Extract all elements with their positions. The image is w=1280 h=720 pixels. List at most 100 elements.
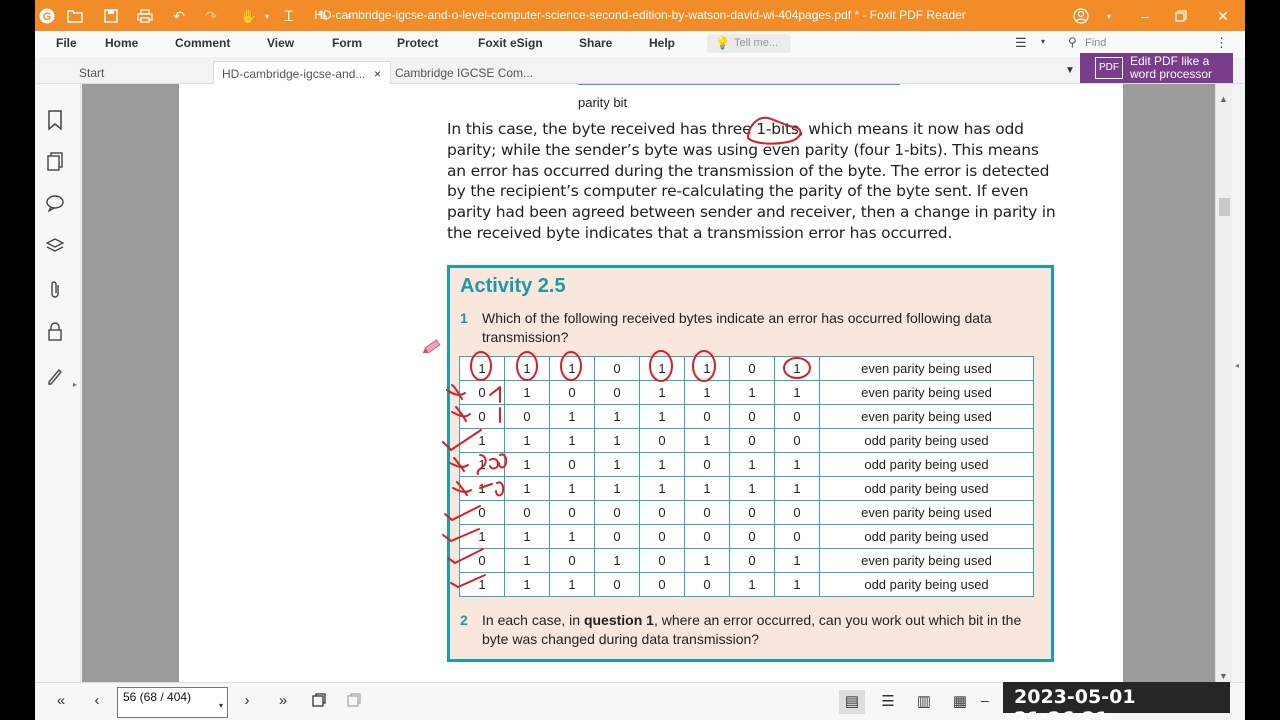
bit-cell: 1 xyxy=(549,524,595,549)
menu-bar: File Home Comment View Form Protect Foxi… xyxy=(35,31,1245,57)
parity-label-cell: even parity being used xyxy=(819,356,1034,381)
bit-cell: 1 xyxy=(459,356,505,381)
bit-cell: 0 xyxy=(639,572,685,597)
tab-active-document[interactable]: HD-cambridge-igcse-and... × xyxy=(213,61,391,84)
first-page-button[interactable]: « xyxy=(51,692,71,712)
table-row: 1 1 1 0 1 1 0 1 even parity being used xyxy=(459,356,1034,381)
bit-cell: 1 xyxy=(729,572,775,597)
bit-cell: 1 xyxy=(774,452,820,477)
bit-cell: 0 xyxy=(549,380,595,405)
bit-cell: 0 xyxy=(459,404,505,429)
previous-view-icon[interactable] xyxy=(309,692,329,712)
tell-me-placeholder: Tell me... xyxy=(734,37,779,49)
tab-start[interactable]: Start xyxy=(71,61,112,84)
bookmark-icon[interactable] xyxy=(45,110,65,132)
right-panel-expand-icon[interactable]: ◂ xyxy=(1235,361,1239,370)
next-view-icon[interactable] xyxy=(344,692,364,712)
menu-form[interactable]: Form xyxy=(332,36,362,50)
menu-protect[interactable]: Protect xyxy=(397,36,438,50)
menu-comment[interactable]: Comment xyxy=(175,36,230,50)
account-icon[interactable] xyxy=(1069,5,1093,27)
bit-cell: 1 xyxy=(729,380,775,405)
more-options-icon[interactable]: ⋮ xyxy=(1215,35,1228,51)
tab-cambridge[interactable]: Cambridge IGCSE Com... xyxy=(387,61,541,84)
bit-cell: 0 xyxy=(594,500,640,525)
restore-icon[interactable] xyxy=(1169,5,1193,27)
bit-cell: 1 xyxy=(639,380,685,405)
body-paragraph: In this case, the byte received has thre… xyxy=(447,120,1056,242)
document-viewer[interactable]: parity bit In this case, the byte receiv… xyxy=(82,84,1215,682)
parity-table: 1 1 1 0 1 1 0 1 even parity being used 0 1 0 0 1 1 1 1 ev… xyxy=(459,356,1034,597)
find-placeholder: Find xyxy=(1085,37,1107,49)
menu-view[interactable]: View xyxy=(267,36,294,50)
panel-expand-icon[interactable]: ▸ xyxy=(73,380,77,389)
page-number-input[interactable]: 56 (68 / 404) ▾ xyxy=(117,687,228,718)
bit-cell: 0 xyxy=(594,572,640,597)
menu-help[interactable]: Help xyxy=(649,36,675,50)
security-icon[interactable] xyxy=(45,322,65,344)
scroll-up-icon[interactable]: ▲ xyxy=(1219,94,1228,104)
edit-pdf-promo-button[interactable]: PDF Edit PDF like a word processor xyxy=(1080,53,1233,83)
menu-file[interactable]: File xyxy=(56,36,77,50)
layers-icon[interactable] xyxy=(45,237,65,259)
search-options-icon[interactable]: ☰ xyxy=(1015,35,1027,51)
next-page-button[interactable]: › xyxy=(237,692,257,712)
bit-cell: 0 xyxy=(684,524,730,549)
promo-line-2: word processor xyxy=(1130,67,1213,81)
menu-home[interactable]: Home xyxy=(105,36,138,50)
attachments-icon[interactable] xyxy=(45,280,65,302)
question-2-text: In each case, in question 1, where an er… xyxy=(482,611,1042,649)
bit-cell: 0 xyxy=(684,452,730,477)
bit-cell: 1 xyxy=(729,476,775,501)
bit-cell: 1 xyxy=(684,476,730,501)
close-icon[interactable]: ✕ xyxy=(1211,5,1235,27)
tab-close-icon[interactable]: × xyxy=(374,67,381,81)
facing-view-icon[interactable]: ▥ xyxy=(911,690,937,714)
tab-bar: Start HD-cambridge-igcse-and... × Cambri… xyxy=(35,57,1245,84)
bit-cell: 0 xyxy=(504,500,550,525)
bit-cell: 1 xyxy=(504,524,550,549)
vertical-scrollbar[interactable]: ▲ ▼ xyxy=(1215,84,1232,682)
continuous-facing-view-icon[interactable]: ▦ xyxy=(947,690,973,714)
previous-page-button[interactable]: ‹ xyxy=(87,692,107,712)
bit-cell: 1 xyxy=(459,452,505,477)
bit-cell: 1 xyxy=(639,404,685,429)
signature-icon[interactable] xyxy=(45,367,65,389)
bit-cell: 0 xyxy=(729,356,775,381)
pdf-page: parity bit In this case, the byte receiv… xyxy=(179,84,1123,682)
table-row: 1 1 1 0 0 0 0 0 odd parity being used xyxy=(459,524,1034,549)
menu-foxit-esign[interactable]: Foxit eSign xyxy=(478,36,543,50)
activity-title: Activity 2.5 xyxy=(460,275,566,297)
continuous-view-icon[interactable]: ☰ xyxy=(875,690,901,714)
page-number-value: 56 (68 / 404) xyxy=(123,690,192,704)
previous-table-fragment xyxy=(578,84,900,85)
minimize-icon[interactable]: – xyxy=(1133,5,1157,27)
single-page-view-icon[interactable]: ▤ xyxy=(839,690,865,714)
bit-cell: 1 xyxy=(504,428,550,453)
bit-cell: 0 xyxy=(594,524,640,549)
page-dropdown-icon[interactable]: ▾ xyxy=(219,701,223,710)
tell-me-box[interactable]: 💡 Tell me... xyxy=(707,34,791,53)
search-options-dropdown-icon[interactable]: ▾ xyxy=(1041,37,1045,46)
menu-share[interactable]: Share xyxy=(579,36,612,50)
parity-label-cell: odd parity being used xyxy=(819,452,1034,477)
last-page-button[interactable]: » xyxy=(273,692,293,712)
bit-cell: 1 xyxy=(639,356,685,381)
bit-cell: 1 xyxy=(549,404,595,429)
bit-cell: 1 xyxy=(459,572,505,597)
table-row: 0 0 0 0 0 0 0 0 even parity being used xyxy=(459,500,1034,525)
comments-icon[interactable] xyxy=(45,194,65,216)
scroll-thumb[interactable] xyxy=(1219,198,1230,216)
pages-icon[interactable] xyxy=(45,152,65,174)
account-dropdown-icon[interactable]: ▾ xyxy=(1097,5,1121,27)
tab-list-dropdown-icon[interactable]: ▼ xyxy=(1065,65,1075,76)
bit-cell: 0 xyxy=(639,500,685,525)
scroll-down-icon[interactable]: ▼ xyxy=(1219,671,1228,681)
zoom-out-icon[interactable]: – xyxy=(981,692,989,708)
bit-cell: 0 xyxy=(684,500,730,525)
table-row: 0 1 0 0 1 1 1 1 even parity being used xyxy=(459,380,1034,405)
find-input[interactable]: ⚲ Find xyxy=(1065,34,1215,53)
bit-cell: 0 xyxy=(774,428,820,453)
question-2-bold: question 1 xyxy=(583,612,654,628)
video-timestamp-overlay: 2023-05-01 21:26:21 xyxy=(1003,682,1230,720)
